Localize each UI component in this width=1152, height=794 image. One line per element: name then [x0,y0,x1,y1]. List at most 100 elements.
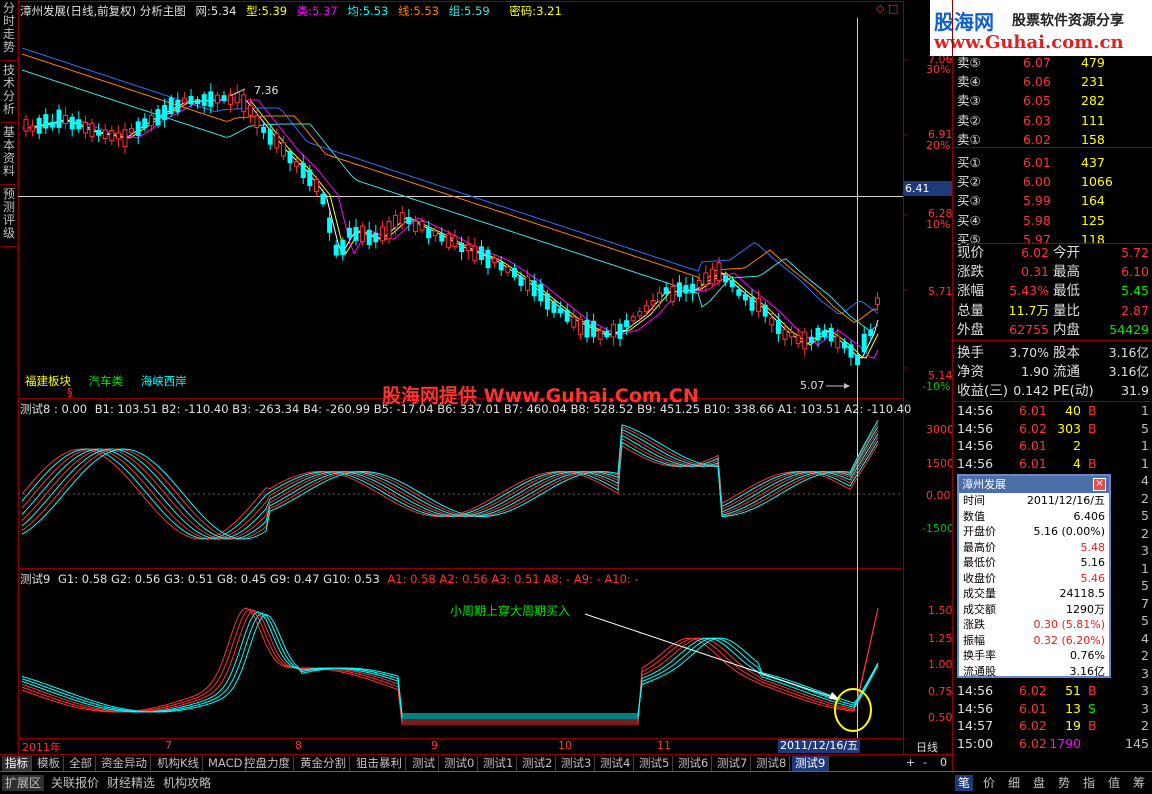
order-book-row[interactable]: 卖④ 6.06 231 [953,73,1152,91]
indicator-tab-16[interactable]: 测试6 [675,756,713,771]
panel-tab-6[interactable]: 值 [1105,775,1123,791]
value-jun: 5.53 [362,4,389,18]
candle [247,105,253,116]
indicator-tab-2[interactable]: 全部 [66,756,96,771]
order-book-row[interactable]: 卖⑤ 6.07 479 [953,54,1152,72]
popup-row: 振幅 0.32 (6.20%) [963,633,1105,647]
indicator-tab-8[interactable]: 狙击暴利 [353,756,406,771]
indicator-tab-3[interactable]: 资金异动 [98,756,151,771]
indicator-tab-17[interactable]: 测试7 [714,756,752,771]
sector-tag-fujian[interactable]: 福建板块 [25,374,71,388]
moving-average-line [22,99,879,359]
candle [241,94,247,113]
panel-tab-3[interactable]: 盘 [1030,775,1048,791]
indicator-tab-18[interactable]: 测试8 [753,756,791,771]
candle [313,179,319,192]
candle [320,193,326,205]
panel-tab-1[interactable]: 价 [980,775,998,791]
candle [300,162,306,179]
candle [703,272,709,286]
candle [716,262,722,281]
candle [30,125,36,132]
indicator-tab-9[interactable]: 测试 [409,756,439,771]
panel-tab-2[interactable]: 细 [1005,775,1023,791]
candle [742,294,748,301]
candle [729,280,735,288]
candle [855,354,861,366]
order-book-row[interactable]: 买④ 5.98 125 [953,212,1152,230]
candle [802,331,808,350]
candle [465,243,471,252]
tab-extension[interactable]: 扩展区 [2,775,45,791]
close-icon[interactable]: × [1093,478,1106,491]
candle [551,301,557,313]
candle [696,279,702,288]
sector-tag-auto[interactable]: 汽车类 [89,374,124,388]
indicator-tab-11[interactable]: 测试1 [480,756,518,771]
indicator-tab-0[interactable]: 指标 [2,756,32,771]
tab-institution[interactable]: 机构攻略 [160,775,214,791]
candle [531,280,537,297]
tab-related-quotes[interactable]: 关联报价 [48,775,102,791]
order-book-row[interactable]: 买③ 5.99 164 [953,192,1152,210]
candle [360,225,366,242]
value-wang: 5.34 [210,4,237,18]
data-popup[interactable]: 漳州发展 × 时间 2011/12/16/五 数值 6.406 开盘价 5.16 (0.00… [957,474,1111,678]
candle [815,327,821,341]
candle [643,305,649,312]
candle [148,114,154,127]
candle [709,268,715,285]
order-book-row[interactable]: 卖② 6.03 111 [953,112,1152,130]
indicator-tab-7[interactable]: 黄金分割 [297,756,350,771]
sector-tag-strait[interactable]: 海峡西岸 [141,374,187,388]
indicator-tab-15[interactable]: 测试5 [636,756,674,771]
candle [346,227,352,238]
candle [604,330,610,338]
indicator-tab-12[interactable]: 测试2 [519,756,557,771]
candle [459,242,465,253]
candle [789,332,795,338]
popup-row: 最低价 5.16 [963,556,1105,569]
candle [828,327,834,342]
reset-button[interactable]: 0 [940,756,947,769]
candle [412,220,418,233]
candle [505,266,511,273]
candle [637,311,643,317]
candle [544,293,550,310]
indicator-tab-6[interactable]: 控盘力度 [241,756,294,771]
candle [630,316,636,322]
window-controls[interactable]: ◇ □ [876,2,898,15]
candle [670,286,676,302]
panel-tab-0[interactable]: 笔 [955,775,974,791]
candle [439,233,445,242]
candle [56,109,62,128]
panel-tab-5[interactable]: 指 [1080,775,1098,791]
indicator-tab-13[interactable]: 测试3 [558,756,596,771]
indicator-tab-10[interactable]: 测试0 [441,756,479,771]
order-book-row[interactable]: 卖③ 6.05 282 [953,92,1152,110]
zoom-in-button[interactable]: + [906,756,915,769]
low-marker: 5.07 [800,379,825,392]
order-book-row[interactable]: 买② 6.00 1066 [953,173,1152,191]
candle [452,235,458,247]
indicator-tab-1[interactable]: 模板 [34,756,64,771]
indicator1-frame [18,398,904,569]
candle [445,233,451,248]
candle [564,309,570,322]
indicator-tab-19[interactable]: 测试9 [792,756,830,771]
candle [274,133,280,149]
zoom-out-button[interactable]: - [923,756,927,769]
tab-finance-picks[interactable]: 财经精选 [104,775,158,791]
tick-row: 14:56 6.02 51 B 3 [957,683,1149,698]
period-label[interactable]: 日线 [916,739,938,755]
order-book-row[interactable]: 买① 6.01 437 [953,154,1152,172]
candle [399,212,405,225]
moving-average-line [21,47,879,314]
indicator-tab-4[interactable]: 机构K线 [154,756,204,771]
panel-tab-7[interactable]: 筹 [1130,775,1148,791]
candle [129,127,135,134]
indicator-tab-14[interactable]: 测试4 [597,756,635,771]
candle [663,287,669,295]
candle [373,232,379,243]
panel-tab-4[interactable]: 势 [1055,775,1073,791]
